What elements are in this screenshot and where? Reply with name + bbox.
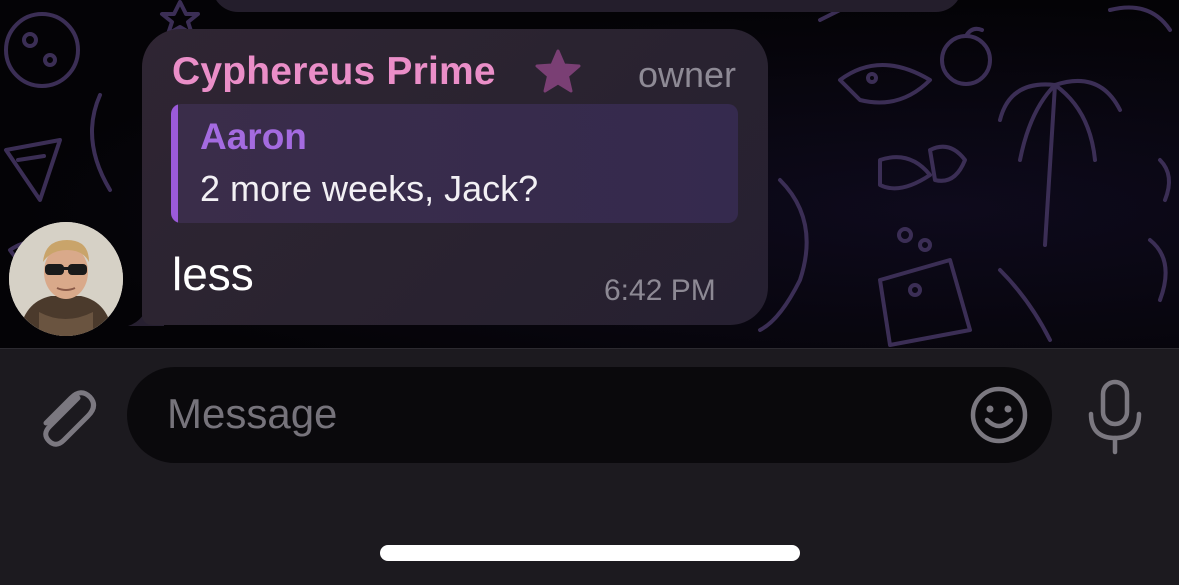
message-time: 6:42 PM [604, 274, 716, 307]
sender-role-label: owner [637, 54, 736, 95]
reply-text: 2 more weeks, Jack? [200, 168, 539, 209]
reply-author: Aaron [200, 116, 307, 157]
previous-message-bubble[interactable] [212, 0, 962, 12]
smiley-icon[interactable] [968, 384, 1030, 446]
message-input-placeholder: Message [167, 390, 338, 437]
avatar-photo [9, 222, 123, 336]
home-indicator[interactable] [380, 545, 800, 561]
star-icon [535, 49, 581, 93]
microphone-icon[interactable] [1084, 378, 1146, 458]
chat-screen: Cyphereus Prime owner Aaron 2 more weeks… [0, 0, 1179, 585]
sender-avatar[interactable] [9, 222, 123, 336]
reply-quote[interactable]: Aaron 2 more weeks, Jack? [171, 104, 738, 223]
paperclip-icon[interactable] [30, 382, 100, 452]
chat-area[interactable]: Cyphereus Prime owner Aaron 2 more weeks… [0, 0, 1179, 348]
message-text: less [172, 248, 254, 300]
reply-accent-bar [171, 104, 178, 223]
sender-name[interactable]: Cyphereus Prime [172, 50, 496, 94]
